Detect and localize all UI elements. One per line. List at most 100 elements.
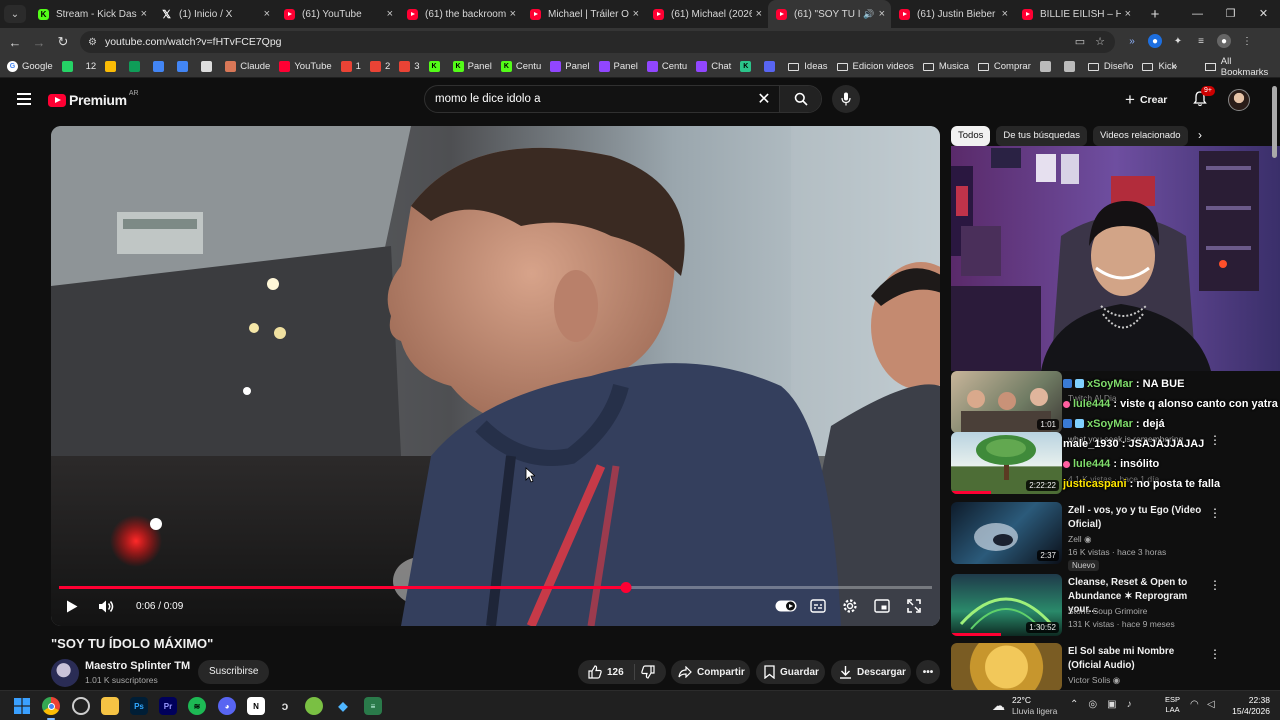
bookmark-item[interactable]: 2 <box>369 61 390 72</box>
channel-name[interactable]: Maestro Splinter TM <box>85 660 190 672</box>
account-avatar[interactable] <box>1228 89 1250 111</box>
file-explorer-icon[interactable] <box>101 697 119 715</box>
rec-thumbnail[interactable]: 2:37 <box>951 502 1062 564</box>
chip-videos-relacionados[interactable]: Videos relacionado <box>1092 126 1188 146</box>
browser-tab[interactable]: 𝕏 (1) Inicio / X × <box>153 0 276 28</box>
bookmark-item[interactable]: YouTube <box>279 61 332 72</box>
bookmark-item[interactable] <box>1039 61 1055 72</box>
tab-close-icon[interactable]: × <box>264 8 270 20</box>
bookmark-item[interactable]: 12 <box>86 61 97 72</box>
menu-icon[interactable] <box>17 93 31 105</box>
cast-icon[interactable]: ▭ <box>1075 35 1085 48</box>
rec-title[interactable]: El Sol sabe mi Nombre (Oficial Audio) <box>1068 645 1208 672</box>
search-box[interactable]: momo le dice idolo a ✕ <box>424 85 822 113</box>
minimize-button[interactable]: — <box>1181 0 1214 28</box>
like-button[interactable] <box>588 665 602 679</box>
play-icon[interactable] <box>66 600 78 613</box>
scrubber-handle[interactable] <box>620 582 632 593</box>
tab-close-icon[interactable]: × <box>756 8 762 20</box>
volume-icon[interactable] <box>98 599 115 614</box>
reload-button[interactable]: ↻ <box>51 34 75 50</box>
bookmark-item[interactable]: Musica <box>922 61 969 72</box>
app-icon[interactable] <box>305 697 323 715</box>
bookmark-item[interactable] <box>1063 61 1079 72</box>
rec-thumbnail[interactable]: 1:30:52 <box>951 574 1062 636</box>
bookmark-item[interactable] <box>764 61 779 72</box>
bookmark-item[interactable] <box>177 61 192 72</box>
fullscreen-icon[interactable] <box>906 598 922 614</box>
rec-item[interactable]: 1:30:52 Cleanse, Reset & Open to Abundan… <box>951 574 1271 640</box>
rec-channel[interactable]: Victor Solis ◉ <box>1068 675 1120 686</box>
create-button[interactable]: + Crear <box>1125 89 1167 111</box>
settings-gear-icon[interactable] <box>842 598 858 614</box>
chrome-alt-icon[interactable] <box>72 697 90 715</box>
more-vertical-icon[interactable]: ⋮ <box>1209 578 1221 592</box>
media-control-icon[interactable]: ≡ <box>1194 34 1208 48</box>
bookmark-item[interactable]: G Google <box>7 61 53 72</box>
tab-close-icon[interactable]: × <box>633 8 639 20</box>
browser-tab[interactable]: Michael | Tráiler Ofici × <box>522 0 645 28</box>
search-button[interactable] <box>779 86 821 112</box>
chrome-icon[interactable] <box>42 697 60 715</box>
share-button[interactable]: Compartir <box>671 660 750 684</box>
browser-tab[interactable]: (61) the backrooms - × <box>399 0 522 28</box>
bookmark-item[interactable]: 3 <box>399 61 420 72</box>
rec-channel[interactable]: Zell ◉ <box>1068 534 1092 545</box>
bookmark-item[interactable]: Ideas <box>788 61 828 72</box>
rec-thumbnail[interactable]: 2:22:22 <box>951 432 1062 494</box>
tab-close-icon[interactable]: × <box>1002 8 1008 20</box>
chip-de-tus-busquedas[interactable]: De tus búsquedas <box>996 126 1087 146</box>
premiere-icon[interactable]: Pr <box>159 697 177 715</box>
more-vertical-icon[interactable]: ⋮ <box>1209 647 1221 661</box>
captions-icon[interactable] <box>810 599 826 613</box>
bookmark-item[interactable] <box>153 61 168 72</box>
bookmark-item[interactable]: K Panel <box>452 61 492 72</box>
windows-start-icon[interactable] <box>13 697 31 715</box>
extension-icon[interactable]: ● <box>1148 34 1162 48</box>
clear-search-icon[interactable]: ✕ <box>749 89 779 109</box>
bookmark-item[interactable] <box>105 61 120 72</box>
search-input[interactable]: momo le dice idolo a <box>435 93 749 105</box>
bookmark-star-icon[interactable]: ☆ <box>1095 35 1105 48</box>
address-bar[interactable]: ⚙ youtube.com/watch?v=fHTvFCE7Qpg ▭ ☆ <box>80 31 1115 53</box>
tab-close-icon[interactable]: × <box>1125 8 1131 20</box>
bookmarks-overflow-icon[interactable]: » <box>1172 61 1177 72</box>
system-clock[interactable]: 22:38 15/4/2026 <box>1228 695 1270 717</box>
page-scrollbar[interactable] <box>1272 86 1277 158</box>
app-icon[interactable]: ◆ <box>334 697 352 715</box>
rec-channel[interactable]: Stone Soup Grimoire <box>1068 606 1147 616</box>
tray-app-icon[interactable]: ◎ <box>1088 699 1097 710</box>
language-indicator[interactable]: ESP LAA <box>1165 695 1180 715</box>
bookmark-item[interactable]: Diseño <box>1087 61 1133 72</box>
rec-thumbnail[interactable]: 1:01 <box>951 371 1062 433</box>
more-menu-icon[interactable]: ⋮ <box>1240 34 1254 48</box>
puzzle-icon[interactable]: ✦ <box>1171 34 1185 48</box>
bookmark-item[interactable]: K <box>428 61 444 72</box>
bookmark-item[interactable]: 1 <box>340 61 361 72</box>
tab-audio-icon[interactable]: 🔊 <box>863 9 874 20</box>
browser-tab[interactable]: (61) Michael (2026) F × <box>645 0 768 28</box>
rec-title[interactable]: Zell - vos, yo y tu Ego (Video Oficial) <box>1068 504 1208 531</box>
spotify-icon[interactable]: ≋ <box>188 697 206 715</box>
video-player[interactable]: 0:06 / 0:09 <box>51 126 940 626</box>
download-button[interactable]: Descargar <box>831 660 911 684</box>
new-tab-button[interactable]: + <box>1143 6 1167 23</box>
site-info-icon[interactable]: ⚙ <box>88 37 97 48</box>
browser-tab[interactable]: (61) "SOY TU ÍDOL🔊 × <box>768 0 891 28</box>
bookmark-item[interactable] <box>201 61 216 72</box>
bookmark-item[interactable] <box>61 61 77 72</box>
voice-search-button[interactable] <box>832 85 860 113</box>
browser-tab[interactable]: (61) YouTube × <box>276 0 399 28</box>
dislike-button[interactable] <box>640 665 655 679</box>
bookmark-item[interactable]: Claude <box>225 61 270 72</box>
progress-bar[interactable] <box>59 582 932 593</box>
subscribe-button[interactable]: Suscribirse <box>198 660 270 684</box>
tab-close-icon[interactable]: × <box>879 8 885 20</box>
rec-thumbnail[interactable] <box>951 643 1062 691</box>
more-actions-button[interactable]: ••• <box>916 660 940 684</box>
chevron-right-icon[interactable]: › <box>1198 128 1202 142</box>
photoshop-icon[interactable]: Ps <box>130 697 148 715</box>
chip-todos[interactable]: Todos <box>951 126 991 146</box>
browser-tab[interactable]: BILLIE EILISH – HIT M × <box>1014 0 1137 28</box>
more-vertical-icon[interactable]: ⋮ <box>1209 506 1221 520</box>
